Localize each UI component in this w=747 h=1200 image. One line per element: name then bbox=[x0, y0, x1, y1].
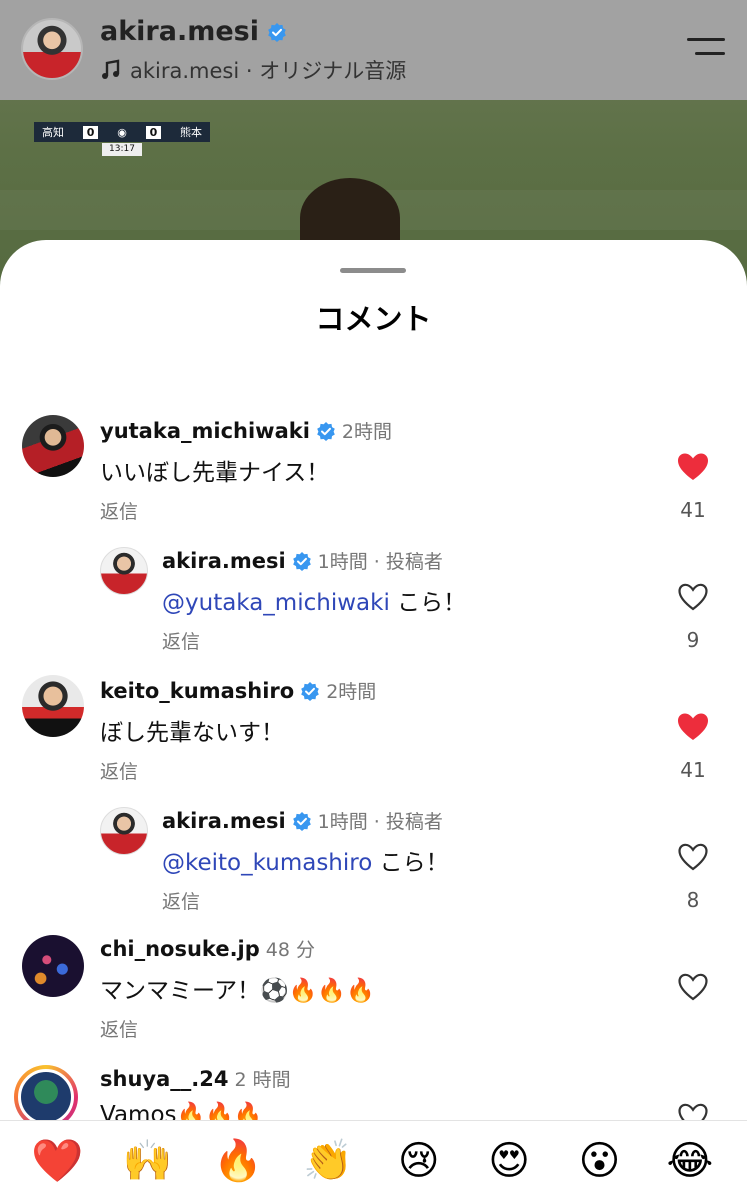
emoji-surprised-button[interactable]: 😮 bbox=[569, 1141, 629, 1181]
menu-icon[interactable] bbox=[685, 38, 725, 60]
reply-button[interactable]: 返信 bbox=[162, 887, 200, 914]
verified-icon bbox=[268, 22, 286, 42]
comment-time: 1時間 · 投稿者 bbox=[317, 551, 443, 573]
comment-time: 1時間 · 投稿者 bbox=[317, 811, 443, 833]
avatar bbox=[18, 1069, 74, 1125]
comment-username[interactable]: akira.mesi bbox=[162, 809, 286, 833]
verified-icon bbox=[292, 811, 311, 831]
comment-body: こら！ bbox=[397, 590, 467, 616]
comment-body: こら！ bbox=[379, 850, 449, 876]
avatar[interactable] bbox=[100, 807, 148, 855]
music-note-icon bbox=[102, 59, 120, 79]
comment-username[interactable]: yutaka_michiwaki bbox=[100, 419, 310, 443]
audio-label[interactable]: akira.mesi · オリジナル音源 bbox=[130, 55, 406, 85]
match-clock: 13:17 bbox=[102, 143, 142, 156]
comment-username[interactable]: keito_kumashiro bbox=[100, 679, 294, 703]
heart-outline-icon[interactable] bbox=[677, 972, 709, 1002]
author-avatar[interactable] bbox=[21, 18, 83, 80]
scoreboard-crest: ◉ bbox=[117, 125, 127, 139]
verified-icon bbox=[301, 681, 320, 701]
author-name-row[interactable]: akira.mesi bbox=[100, 16, 287, 47]
comment-header: chi_nosuke.jp 48 分 bbox=[100, 935, 315, 962]
emoji-fire-button[interactable]: 🔥 bbox=[208, 1141, 268, 1181]
heart-outline-icon[interactable] bbox=[677, 842, 709, 872]
emoji-clap-button[interactable]: 👏 bbox=[298, 1141, 358, 1181]
like-count: 41 bbox=[680, 498, 706, 522]
comments-sheet: コメント yutaka_michiwaki 2時間 いいぼし先輩ナイス！ 返信 … bbox=[0, 240, 747, 1200]
reply-button[interactable]: 返信 bbox=[100, 757, 138, 784]
emoji-raising-hands-button[interactable]: 🙌 bbox=[118, 1141, 178, 1181]
reel-header: akira.mesi akira.mesi · オリジナル音源 bbox=[0, 0, 747, 100]
away-score: 0 bbox=[145, 125, 162, 139]
comment-time: 48 分 bbox=[265, 939, 315, 961]
comment-header: keito_kumashiro 2時間 bbox=[100, 677, 376, 704]
comment-time: 2時間 bbox=[326, 681, 377, 703]
avatar[interactable] bbox=[22, 935, 84, 997]
away-team: 熊本 bbox=[179, 126, 202, 139]
sheet-title: コメント bbox=[315, 302, 432, 336]
like-count: 8 bbox=[686, 888, 700, 912]
avatar[interactable] bbox=[22, 675, 84, 737]
emoji-laughing-button[interactable]: 😂 bbox=[660, 1141, 720, 1181]
sheet-drag-handle[interactable] bbox=[340, 268, 406, 273]
reply-button[interactable]: 返信 bbox=[100, 1015, 138, 1042]
verified-icon bbox=[317, 421, 335, 441]
reply-button[interactable]: 返信 bbox=[100, 497, 138, 524]
scoreboard: 高知 0 ◉ 0 熊本 bbox=[34, 122, 210, 142]
comment-text: @yutaka_michiwaki こら！ bbox=[162, 583, 466, 617]
comment-time: 2時間 bbox=[341, 421, 392, 443]
comment-time: 2 時間 bbox=[234, 1069, 291, 1091]
author-username[interactable]: akira.mesi bbox=[100, 16, 259, 47]
comment-text: いいぼし先輩ナイス！ bbox=[100, 460, 330, 486]
comment-text: @keito_kumashiro こら！ bbox=[162, 843, 449, 877]
comment-username[interactable]: shuya__.24 bbox=[100, 1067, 228, 1091]
comment-text: マンマミーア！⚽🔥🔥🔥 bbox=[100, 978, 375, 1004]
audio-row[interactable]: akira.mesi · オリジナル音源 bbox=[100, 55, 406, 85]
comment-header: akira.mesi 1時間 · 投稿者 bbox=[162, 547, 443, 574]
heart-outline-icon[interactable] bbox=[677, 582, 709, 612]
comment-text: ぼし先輩ないす！ bbox=[100, 720, 284, 746]
mention-link[interactable]: @keito_kumashiro bbox=[162, 850, 372, 876]
like-count: 9 bbox=[686, 628, 700, 652]
heart-filled-icon[interactable] bbox=[677, 452, 709, 482]
emoji-heart-eyes-button[interactable]: 😍 bbox=[479, 1141, 539, 1181]
verified-icon bbox=[292, 551, 311, 571]
home-team: 高知 bbox=[42, 126, 64, 139]
emoji-reaction-bar: ❤️ 🙌 🔥 👏 😢 😍 😮 😂 bbox=[0, 1120, 747, 1200]
reply-button[interactable]: 返信 bbox=[162, 627, 200, 654]
comment-username[interactable]: chi_nosuke.jp bbox=[100, 937, 260, 961]
mention-link[interactable]: @yutaka_michiwaki bbox=[162, 590, 390, 616]
heart-filled-icon[interactable] bbox=[677, 712, 709, 742]
avatar[interactable] bbox=[100, 547, 148, 595]
comment-username[interactable]: akira.mesi bbox=[162, 549, 286, 573]
like-count: 41 bbox=[680, 758, 706, 782]
comment-header: akira.mesi 1時間 · 投稿者 bbox=[162, 807, 443, 834]
comment-header: yutaka_michiwaki 2時間 bbox=[100, 417, 392, 444]
avatar[interactable] bbox=[22, 415, 84, 477]
home-score: 0 bbox=[82, 125, 99, 139]
emoji-crying-button[interactable]: 😢 bbox=[389, 1141, 449, 1181]
emoji-heart-button[interactable]: ❤️ bbox=[27, 1139, 87, 1182]
comment-header: shuya__.24 2 時間 bbox=[100, 1065, 291, 1092]
